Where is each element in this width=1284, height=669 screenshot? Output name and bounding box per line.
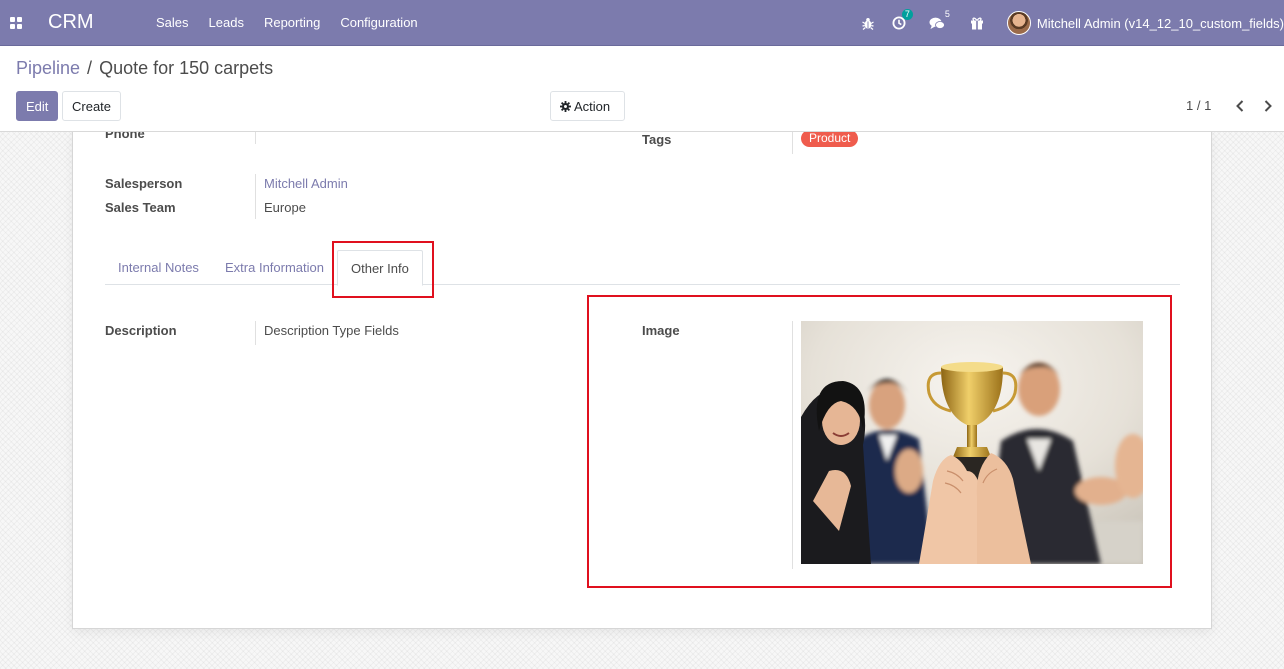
- avatar: [1006, 11, 1031, 35]
- tag-product[interactable]: Product: [801, 132, 859, 147]
- gift-icon[interactable]: [970, 0, 984, 46]
- salesperson-field-divider: [255, 174, 256, 219]
- tab-extra-information[interactable]: Extra Information: [212, 250, 337, 286]
- message-count-badge: 5: [944, 9, 950, 19]
- top-navbar: CRM Sales Leads Reporting Configuration …: [0, 0, 1284, 46]
- menu-item-leads[interactable]: Leads: [199, 0, 254, 46]
- activity-clock-icon[interactable]: 7: [892, 0, 913, 46]
- pager-previous-icon[interactable]: [1231, 96, 1249, 116]
- bug-icon[interactable]: [862, 0, 874, 46]
- menu-item-sales[interactable]: Sales: [146, 0, 199, 46]
- gear-icon: [560, 100, 571, 112]
- tags-label: Tags: [642, 132, 672, 147]
- action-label: Action: [574, 98, 611, 114]
- phone-label: Phone: [105, 131, 145, 141]
- image-highlight-box: [587, 295, 1172, 588]
- chat-icon[interactable]: 5: [929, 0, 950, 46]
- breadcrumb-pipeline-link[interactable]: Pipeline: [16, 58, 80, 79]
- tab-highlight-box: [332, 241, 434, 298]
- phone-field-divider: [255, 132, 256, 144]
- main-menu: Sales Leads Reporting Configuration: [146, 0, 428, 46]
- salesperson-label: Salesperson: [105, 176, 183, 191]
- breadcrumb-separator: /: [87, 58, 93, 78]
- user-menu[interactable]: Mitchell Admin (v14_12_10_custom_fields): [1006, 11, 1284, 35]
- description-label: Description: [105, 323, 177, 338]
- pager-next-icon[interactable]: [1259, 96, 1277, 116]
- systray: 7 5 Mitchell Admin (v14_12_10_custom_fie…: [853, 0, 1284, 46]
- edit-button[interactable]: Edit: [16, 91, 58, 121]
- activity-count-badge: 7: [901, 9, 913, 20]
- pager-value[interactable]: 1 / 1: [1186, 98, 1211, 113]
- apps-menu-icon[interactable]: [0, 0, 32, 46]
- sales-team-value[interactable]: Europe: [264, 200, 306, 215]
- form-view: Phone Tags Product Salesperson Mitchell …: [0, 131, 1284, 669]
- app-brand[interactable]: CRM: [48, 11, 140, 34]
- menu-item-reporting[interactable]: Reporting: [254, 0, 330, 46]
- user-name: Mitchell Admin (v14_12_10_custom_fields): [1036, 15, 1284, 31]
- tags-field-divider: [792, 132, 793, 154]
- tab-internal-notes[interactable]: Internal Notes: [105, 250, 212, 286]
- sales-team-label: Sales Team: [105, 200, 176, 215]
- notebook-tabs: Internal Notes Extra Information Other I…: [105, 242, 1180, 286]
- description-value[interactable]: Description Type Fields: [264, 323, 399, 338]
- create-button[interactable]: Create: [62, 91, 121, 121]
- action-button[interactable]: Action: [550, 91, 625, 121]
- form-sheet: Phone Tags Product Salesperson Mitchell …: [72, 131, 1212, 629]
- salesperson-link[interactable]: Mitchell Admin: [264, 176, 348, 191]
- menu-item-configuration[interactable]: Configuration: [330, 0, 427, 46]
- breadcrumb-current: Quote for 150 carpets: [99, 58, 274, 78]
- breadcrumb: Pipeline / Quote for 150 carpets: [16, 58, 273, 79]
- description-field-divider: [255, 321, 256, 345]
